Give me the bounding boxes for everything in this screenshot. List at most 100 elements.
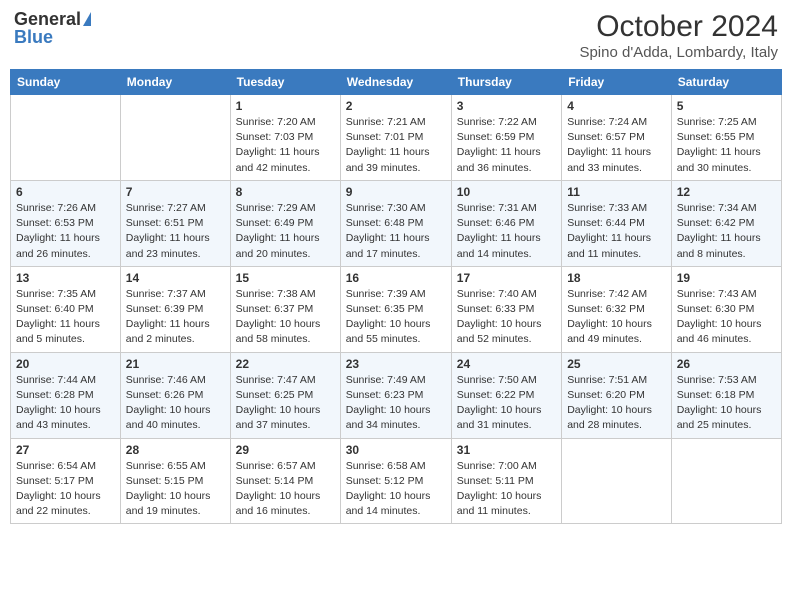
cell-text: Sunrise: 7:50 AMSunset: 6:22 PMDaylight:…	[457, 374, 542, 432]
day-number: 17	[457, 271, 556, 285]
calendar-cell: 25 Sunrise: 7:51 AMSunset: 6:20 PMDayligh…	[562, 352, 672, 438]
calendar-cell	[11, 95, 121, 181]
calendar-cell: 24 Sunrise: 7:50 AMSunset: 6:22 PMDayligh…	[451, 352, 561, 438]
calendar-cell: 5 Sunrise: 7:25 AMSunset: 6:55 PMDaylight…	[671, 95, 781, 181]
cell-text: Sunrise: 7:24 AMSunset: 6:57 PMDaylight:…	[567, 116, 651, 174]
cell-text: Sunrise: 7:43 AMSunset: 6:30 PMDaylight:…	[677, 288, 762, 346]
day-number: 6	[16, 185, 115, 199]
cell-text: Sunrise: 7:21 AMSunset: 7:01 PMDaylight:…	[346, 116, 430, 174]
day-number: 23	[346, 357, 446, 371]
cell-text: Sunrise: 6:57 AMSunset: 5:14 PMDaylight:…	[236, 460, 321, 518]
day-number: 11	[567, 185, 666, 199]
day-number: 18	[567, 271, 666, 285]
logo-blue-text: Blue	[14, 28, 91, 46]
cell-text: Sunrise: 7:25 AMSunset: 6:55 PMDaylight:…	[677, 116, 761, 174]
calendar-cell: 13 Sunrise: 7:35 AMSunset: 6:40 PMDayligh…	[11, 266, 121, 352]
day-number: 22	[236, 357, 335, 371]
calendar-cell: 27 Sunrise: 6:54 AMSunset: 5:17 PMDayligh…	[11, 438, 121, 524]
day-number: 25	[567, 357, 666, 371]
cell-text: Sunrise: 7:42 AMSunset: 6:32 PMDaylight:…	[567, 288, 652, 346]
cell-text: Sunrise: 7:33 AMSunset: 6:44 PMDaylight:…	[567, 202, 651, 260]
day-number: 30	[346, 443, 446, 457]
cell-text: Sunrise: 7:49 AMSunset: 6:23 PMDaylight:…	[346, 374, 431, 432]
cell-text: Sunrise: 7:35 AMSunset: 6:40 PMDaylight:…	[16, 288, 100, 346]
calendar-cell: 30Sunrise: 6:58 AMSunset: 5:12 PMDayligh…	[340, 438, 451, 524]
calendar-cell: 20 Sunrise: 7:44 AMSunset: 6:28 PMDayligh…	[11, 352, 121, 438]
day-number: 13	[16, 271, 115, 285]
day-number: 10	[457, 185, 556, 199]
week-row-5: 27 Sunrise: 6:54 AMSunset: 5:17 PMDayligh…	[11, 438, 782, 524]
cell-text: Sunrise: 7:46 AMSunset: 6:26 PMDaylight:…	[126, 374, 211, 432]
calendar-table: SundayMondayTuesdayWednesdayThursdayFrid…	[10, 69, 782, 524]
cell-text: Sunrise: 7:47 AMSunset: 6:25 PMDaylight:…	[236, 374, 321, 432]
calendar-cell: 17 Sunrise: 7:40 AMSunset: 6:33 PMDayligh…	[451, 266, 561, 352]
calendar-cell: 7 Sunrise: 7:27 AMSunset: 6:51 PMDaylight…	[120, 180, 230, 266]
cell-text: Sunrise: 7:29 AMSunset: 6:49 PMDaylight:…	[236, 202, 320, 260]
day-number: 27	[16, 443, 115, 457]
calendar-cell: 12Sunrise: 7:34 AMSunset: 6:42 PMDayligh…	[671, 180, 781, 266]
calendar-cell: 23 Sunrise: 7:49 AMSunset: 6:23 PMDayligh…	[340, 352, 451, 438]
calendar-cell: 14Sunrise: 7:37 AMSunset: 6:39 PMDayligh…	[120, 266, 230, 352]
day-number: 5	[677, 99, 776, 113]
calendar-cell: 1 Sunrise: 7:20 AMSunset: 7:03 PMDaylight…	[230, 95, 340, 181]
day-header-friday: Friday	[562, 70, 672, 95]
day-number: 1	[236, 99, 335, 113]
cell-text: Sunrise: 7:20 AMSunset: 7:03 PMDaylight:…	[236, 116, 320, 174]
day-number: 24	[457, 357, 556, 371]
calendar-cell: 19 Sunrise: 7:43 AMSunset: 6:30 PMDayligh…	[671, 266, 781, 352]
cell-text: Sunrise: 7:51 AMSunset: 6:20 PMDaylight:…	[567, 374, 652, 432]
calendar-cell: 15 Sunrise: 7:38 AMSunset: 6:37 PMDayligh…	[230, 266, 340, 352]
day-number: 20	[16, 357, 115, 371]
cell-text: Sunrise: 7:39 AMSunset: 6:35 PMDaylight:…	[346, 288, 431, 346]
day-number: 2	[346, 99, 446, 113]
calendar-cell: 26 Sunrise: 7:53 AMSunset: 6:18 PMDayligh…	[671, 352, 781, 438]
calendar-cell	[562, 438, 672, 524]
calendar-cell: 28 Sunrise: 6:55 AMSunset: 5:15 PMDayligh…	[120, 438, 230, 524]
day-number: 16	[346, 271, 446, 285]
title-block: October 2024 Spino d'Adda, Lombardy, Ita…	[579, 10, 778, 61]
day-header-tuesday: Tuesday	[230, 70, 340, 95]
day-header-monday: Monday	[120, 70, 230, 95]
day-headers-row: SundayMondayTuesdayWednesdayThursdayFrid…	[11, 70, 782, 95]
cell-text: Sunrise: 7:31 AMSunset: 6:46 PMDaylight:…	[457, 202, 541, 260]
logo-triangle-icon	[83, 12, 91, 26]
day-number: 12	[677, 185, 776, 199]
calendar-cell: 10 Sunrise: 7:31 AMSunset: 6:46 PMDayligh…	[451, 180, 561, 266]
day-number: 14	[126, 271, 225, 285]
calendar-cell: 31Sunrise: 7:00 AMSunset: 5:11 PMDayligh…	[451, 438, 561, 524]
day-header-wednesday: Wednesday	[340, 70, 451, 95]
week-row-3: 13 Sunrise: 7:35 AMSunset: 6:40 PMDayligh…	[11, 266, 782, 352]
day-number: 26	[677, 357, 776, 371]
day-number: 3	[457, 99, 556, 113]
calendar-cell: 22 Sunrise: 7:47 AMSunset: 6:25 PMDayligh…	[230, 352, 340, 438]
cell-text: Sunrise: 7:44 AMSunset: 6:28 PMDaylight:…	[16, 374, 101, 432]
day-number: 29	[236, 443, 335, 457]
day-header-saturday: Saturday	[671, 70, 781, 95]
day-number: 28	[126, 443, 225, 457]
calendar-cell: 9Sunrise: 7:30 AMSunset: 6:48 PMDaylight…	[340, 180, 451, 266]
cell-text: Sunrise: 7:00 AMSunset: 5:11 PMDaylight:…	[457, 460, 542, 518]
calendar-cell	[671, 438, 781, 524]
day-number: 8	[236, 185, 335, 199]
cell-text: Sunrise: 6:54 AMSunset: 5:17 PMDaylight:…	[16, 460, 101, 518]
page-header: General Blue October 2024 Spino d'Adda, …	[10, 10, 782, 61]
day-header-thursday: Thursday	[451, 70, 561, 95]
location: Spino d'Adda, Lombardy, Italy	[579, 44, 778, 61]
cell-text: Sunrise: 7:38 AMSunset: 6:37 PMDaylight:…	[236, 288, 321, 346]
cell-text: Sunrise: 6:55 AMSunset: 5:15 PMDaylight:…	[126, 460, 211, 518]
calendar-cell: 3Sunrise: 7:22 AMSunset: 6:59 PMDaylight…	[451, 95, 561, 181]
day-number: 19	[677, 271, 776, 285]
calendar-cell: 6 Sunrise: 7:26 AMSunset: 6:53 PMDaylight…	[11, 180, 121, 266]
cell-text: Sunrise: 7:53 AMSunset: 6:18 PMDaylight:…	[677, 374, 762, 432]
cell-text: Sunrise: 7:40 AMSunset: 6:33 PMDaylight:…	[457, 288, 542, 346]
week-row-2: 6 Sunrise: 7:26 AMSunset: 6:53 PMDaylight…	[11, 180, 782, 266]
cell-text: Sunrise: 7:27 AMSunset: 6:51 PMDaylight:…	[126, 202, 210, 260]
cell-text: Sunrise: 7:26 AMSunset: 6:53 PMDaylight:…	[16, 202, 100, 260]
day-number: 15	[236, 271, 335, 285]
month-year: October 2024	[579, 10, 778, 44]
week-row-1: 1 Sunrise: 7:20 AMSunset: 7:03 PMDaylight…	[11, 95, 782, 181]
day-number: 7	[126, 185, 225, 199]
calendar-cell: 8 Sunrise: 7:29 AMSunset: 6:49 PMDaylight…	[230, 180, 340, 266]
calendar-cell: 2 Sunrise: 7:21 AMSunset: 7:01 PMDaylight…	[340, 95, 451, 181]
logo: General Blue	[14, 10, 91, 46]
